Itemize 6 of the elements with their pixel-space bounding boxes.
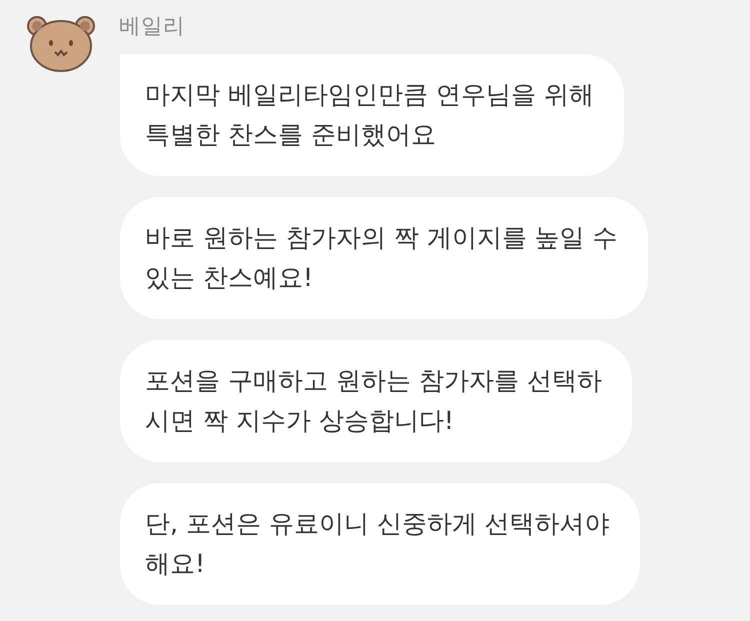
- bear-avatar-icon: [25, 15, 97, 73]
- message-bubble: 마지막 베일리타임인만큼 연우님을 위해 특별한 찬스를 준비했어요: [120, 54, 624, 176]
- message-bubble: 바로 원하는 참가자의 짝 게이지를 높일 수 있는 찬스예요!: [120, 197, 648, 319]
- sender-name: 베일리: [119, 15, 185, 39]
- message-bubble: 단, 포션은 유료이니 신중하게 선택하셔야 해요!: [120, 483, 640, 605]
- message-bubble: 포션을 구매하고 원하는 참가자를 선택하 시면 짝 지수가 상승합니다!: [120, 340, 632, 462]
